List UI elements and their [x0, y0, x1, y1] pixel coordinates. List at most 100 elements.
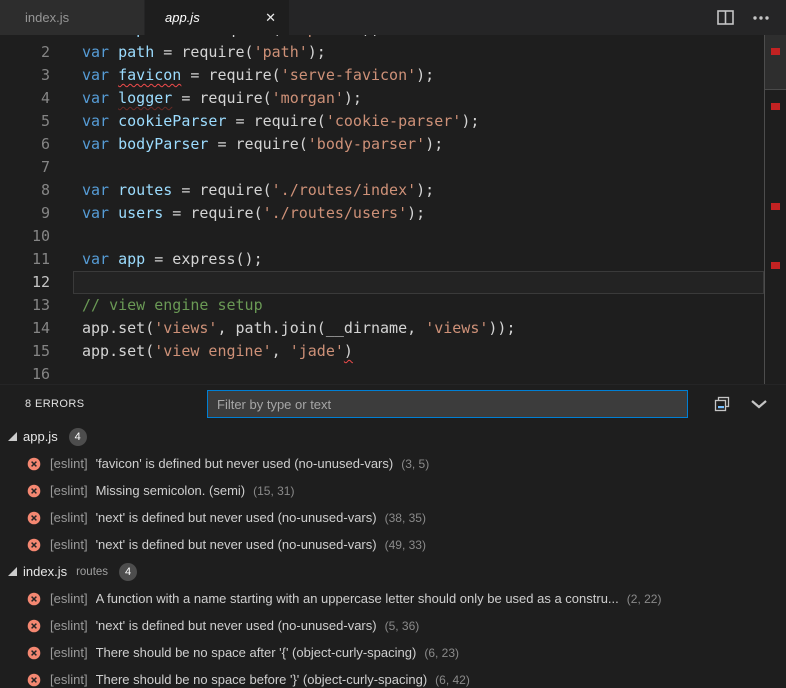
- code-line[interactable]: 13// view engine setup: [0, 294, 764, 317]
- more-actions-icon[interactable]: [752, 15, 770, 21]
- code-line[interactable]: 6var bodyParser = require('body-parser')…: [0, 133, 764, 156]
- code-text: var routes = require('./routes/index');: [73, 179, 764, 202]
- code-line[interactable]: 10: [0, 225, 764, 248]
- tabbar-actions: [717, 0, 786, 35]
- group-count-badge: 4: [69, 428, 87, 446]
- twistie-expanded-icon: [8, 567, 17, 576]
- line-number: 14: [0, 317, 73, 340]
- scrollbar-thumb[interactable]: [765, 35, 786, 90]
- problem-message: Missing semicolon. (semi): [96, 483, 246, 498]
- error-icon: [27, 673, 41, 687]
- problem-row[interactable]: [eslint] 'favicon' is defined but never …: [0, 450, 786, 477]
- problem-source: [eslint]: [50, 618, 88, 633]
- problem-position: (2, 22): [627, 592, 662, 606]
- line-number: 10: [0, 225, 73, 248]
- code-line[interactable]: 2var path = require('path');: [0, 41, 764, 64]
- code-line[interactable]: 3var favicon = require('serve-favicon');: [0, 64, 764, 87]
- code-line[interactable]: 4var logger = require('morgan');: [0, 87, 764, 110]
- problem-position: (6, 23): [424, 646, 459, 660]
- error-icon: [27, 457, 41, 471]
- problem-position: (6, 42): [435, 673, 470, 687]
- line-number: 7: [0, 156, 73, 179]
- group-count-badge: 4: [119, 563, 137, 581]
- chevron-down-icon[interactable]: [750, 399, 768, 409]
- problem-source: [eslint]: [50, 645, 88, 660]
- problem-position: (5, 36): [385, 619, 420, 633]
- editor-scrollbar[interactable]: [764, 35, 786, 384]
- split-editor-icon[interactable]: [717, 10, 734, 25]
- close-icon[interactable]: ✕: [265, 10, 276, 26]
- problems-group-row[interactable]: index.js routes 4: [0, 558, 786, 585]
- problems-filter-input[interactable]: [207, 390, 688, 418]
- problem-message: There should be no space before '}' (obj…: [96, 672, 428, 687]
- collapse-all-icon[interactable]: [714, 396, 730, 412]
- code-line[interactable]: 12: [0, 271, 764, 294]
- error-icon: [27, 619, 41, 633]
- editor-tab-bar: index.js app.js ✕: [0, 0, 786, 35]
- problem-row[interactable]: [eslint] Missing semicolon. (semi) (15, …: [0, 477, 786, 504]
- line-number: 12: [0, 271, 73, 294]
- problem-message: 'favicon' is defined but never used (no-…: [96, 456, 394, 471]
- line-number: 16: [0, 363, 73, 384]
- twistie-expanded-icon: [8, 432, 17, 441]
- line-number: 4: [0, 87, 73, 110]
- problems-group-row[interactable]: app.js 4: [0, 423, 786, 450]
- vscode-window: index.js app.js ✕ 1var express: [0, 0, 786, 688]
- code-line[interactable]: 8var routes = require('./routes/index');: [0, 179, 764, 202]
- marker-list: app.js 4 [eslint] 'favicon' is defined b…: [0, 423, 786, 688]
- problem-row[interactable]: [eslint] There should be no space before…: [0, 666, 786, 688]
- code-text: // view engine setup: [73, 294, 764, 317]
- problems-panel-header: 8 ERRORS: [0, 385, 786, 423]
- code-text: app.set('views', path.join(__dirname, 'v…: [73, 317, 764, 340]
- code-editor[interactable]: 1var express = require('express');2var p…: [0, 35, 786, 384]
- ruler-error-marker: [771, 48, 780, 55]
- problem-source: [eslint]: [50, 456, 88, 471]
- problem-position: (38, 35): [385, 511, 426, 525]
- code-line[interactable]: 11var app = express();: [0, 248, 764, 271]
- code-text: [73, 363, 764, 384]
- code-line[interactable]: 5var cookieParser = require('cookie-pars…: [0, 110, 764, 133]
- problem-source: [eslint]: [50, 672, 88, 687]
- problem-row[interactable]: [eslint] A function with a name starting…: [0, 585, 786, 612]
- errors-count-label: 8 ERRORS: [25, 385, 84, 423]
- code-text: [73, 271, 764, 294]
- code-text: app.set('view engine', 'jade'): [73, 340, 764, 363]
- code-line[interactable]: 16: [0, 363, 764, 384]
- group-path-label: routes: [76, 565, 108, 578]
- problem-source: [eslint]: [50, 591, 88, 606]
- error-icon: [27, 538, 41, 552]
- line-number: 15: [0, 340, 73, 363]
- problem-row[interactable]: [eslint] There should be no space after …: [0, 639, 786, 666]
- problem-position: (15, 31): [253, 484, 294, 498]
- problem-message: 'next' is defined but never used (no-unu…: [96, 618, 377, 633]
- line-number: 13: [0, 294, 73, 317]
- problem-message: 'next' is defined but never used (no-unu…: [96, 537, 377, 552]
- problem-row[interactable]: [eslint] 'next' is defined but never use…: [0, 531, 786, 558]
- problem-row[interactable]: [eslint] 'next' is defined but never use…: [0, 612, 786, 639]
- ruler-error-marker: [771, 262, 780, 269]
- code-line[interactable]: 15app.set('view engine', 'jade'): [0, 340, 764, 363]
- tab-label: index.js: [0, 10, 69, 25]
- tab-index-js[interactable]: index.js: [0, 0, 145, 35]
- code-line[interactable]: 14app.set('views', path.join(__dirname, …: [0, 317, 764, 340]
- problem-message: A function with a name starting with an …: [96, 591, 619, 606]
- problem-message: There should be no space after '{' (obje…: [96, 645, 417, 660]
- code-text: [73, 156, 764, 179]
- line-number: 5: [0, 110, 73, 133]
- ruler-error-marker: [771, 103, 780, 110]
- line-number: 9: [0, 202, 73, 225]
- code-text: [73, 225, 764, 248]
- line-number: 3: [0, 64, 73, 87]
- error-icon: [27, 511, 41, 525]
- code-line[interactable]: 9var users = require('./routes/users');: [0, 202, 764, 225]
- ruler-error-marker: [771, 203, 780, 210]
- tab-app-js[interactable]: app.js ✕: [145, 0, 290, 35]
- error-icon: [27, 646, 41, 660]
- code-text: var logger = require('morgan');: [73, 87, 764, 110]
- problem-row[interactable]: [eslint] 'next' is defined but never use…: [0, 504, 786, 531]
- code-line[interactable]: 7: [0, 156, 764, 179]
- problem-source: [eslint]: [50, 510, 88, 525]
- group-file-label: app.js: [23, 429, 58, 444]
- code-text: var favicon = require('serve-favicon');: [73, 64, 764, 87]
- line-number: 6: [0, 133, 73, 156]
